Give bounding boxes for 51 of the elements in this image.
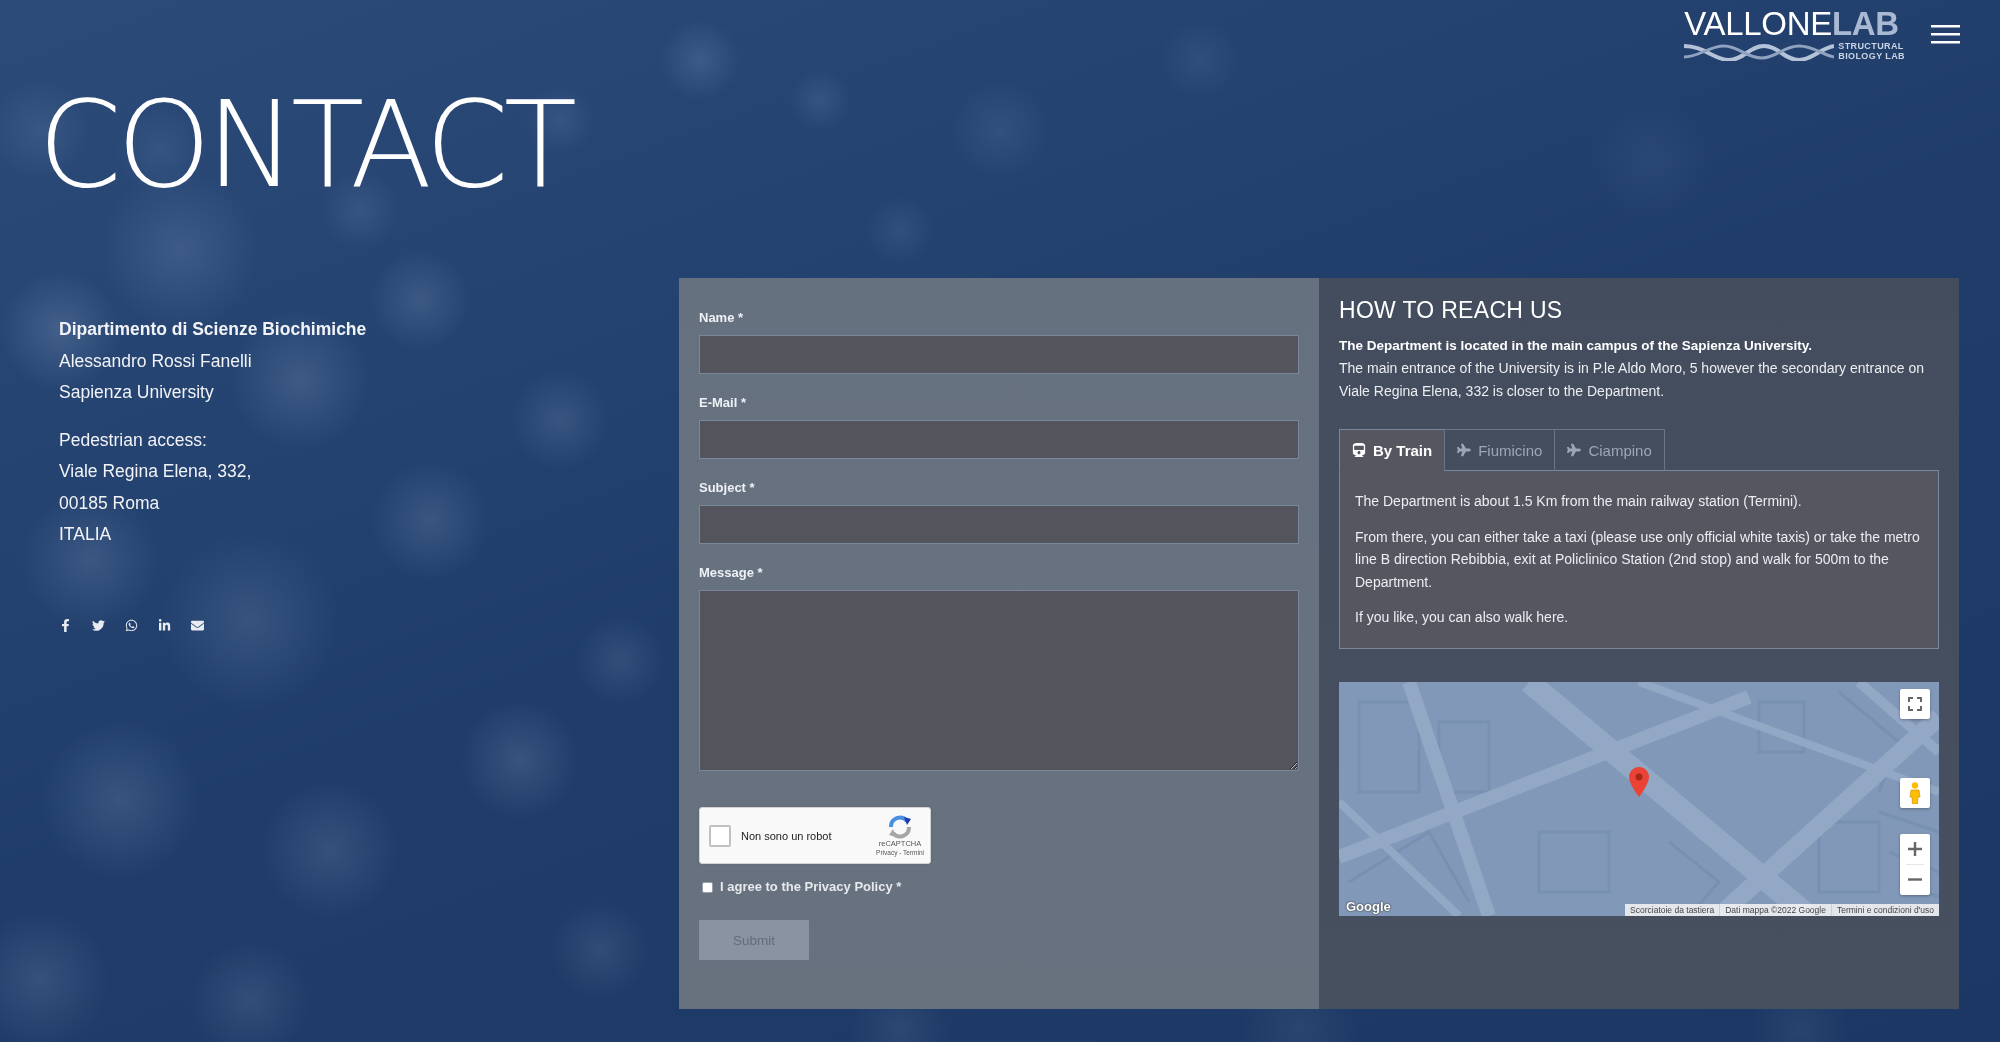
person-icon <box>1909 781 1921 804</box>
twitter-icon[interactable] <box>92 618 105 632</box>
address-line: Pedestrian access: <box>59 428 207 452</box>
plus-icon <box>1908 841 1922 856</box>
field-label: Name * <box>699 309 744 327</box>
mail-icon[interactable] <box>191 618 204 632</box>
whatsapp-icon[interactable] <box>125 618 138 632</box>
facebook-icon[interactable] <box>59 618 72 632</box>
fullscreen-icon <box>1908 696 1922 711</box>
address-line: Viale Regina Elena, 332, <box>59 460 252 483</box>
section-title: HOW TO REACH US <box>1339 296 1563 324</box>
train-icon <box>1352 443 1366 457</box>
body-text: The main entrance of the University is in P.le Aldo Moro, 5 however the secondary entrance on Viale Regina Elena, 332 is closer to the Department. <box>1339 359 1925 401</box>
wave-icon <box>1684 42 1835 61</box>
field-label: E-Mail * <box>699 394 746 412</box>
attribution-link[interactable]: Scorciatoie da tastiera <box>1625 903 1720 916</box>
plane-icon <box>1457 443 1472 457</box>
field-label: Subject * <box>699 479 755 497</box>
recaptcha-checkbox[interactable] <box>709 824 731 847</box>
paragraph: The Department is about 1.5 Km from the main railway station (Termini). <box>1355 492 1803 511</box>
address-line: Sapienza University <box>59 381 214 404</box>
circular-arrows-icon <box>888 815 913 839</box>
attribution-link[interactable]: Dati mappa ©2022 Google <box>1719 903 1831 916</box>
plane-icon <box>1567 443 1582 457</box>
logo-tagline: STRUCTURAL <box>1838 42 1905 52</box>
message-field[interactable] <box>699 590 1299 771</box>
field-label: Message * <box>699 564 763 582</box>
consent-checkbox[interactable] <box>702 881 713 893</box>
text-field[interactable] <box>699 335 1299 374</box>
paragraph: If you like, you can also walk here. <box>1355 608 1570 627</box>
attribution-link[interactable]: Termini e condizioni d'uso <box>1830 903 1939 916</box>
menu-icon[interactable] <box>1931 25 1960 44</box>
minus-icon <box>1908 878 1922 881</box>
recaptcha-label: Non sono un robot <box>741 829 833 842</box>
map-pin-icon <box>1629 766 1649 797</box>
paragraph: From there, you can either take a taxi (please use only official white taxis) or take the metro line B direction Rebibbia, exit at Policlinico Station (2nd stop) and walk for 500m to the Department. <box>1355 527 1921 592</box>
text-field[interactable] <box>699 420 1299 459</box>
department-name: Dipartimento di Scienze Biochimiche <box>59 318 367 341</box>
page-title: CONTACT <box>38 85 573 205</box>
text-field[interactable] <box>699 505 1299 544</box>
lead-text: The Department is located in the main campus of the Sapienza University. <box>1339 337 1814 355</box>
linkedin-icon[interactable] <box>158 618 171 632</box>
fullscreen-button[interactable] <box>1900 688 1930 719</box>
logo-tagline: BIOLOGY LAB <box>1838 51 1905 61</box>
address-line: Alessandro Rossi Fanelli <box>59 349 252 373</box>
logo-wordmark[interactable]: VALLONELAB <box>1684 6 1905 42</box>
address-line: 00185 Roma <box>59 491 160 515</box>
address-line: ITALIA <box>59 523 112 546</box>
tab[interactable]: By Train <box>1339 429 1446 471</box>
consent-label: I agree to the Privacy Policy * <box>720 878 902 896</box>
street-view-button[interactable] <box>1900 777 1930 808</box>
